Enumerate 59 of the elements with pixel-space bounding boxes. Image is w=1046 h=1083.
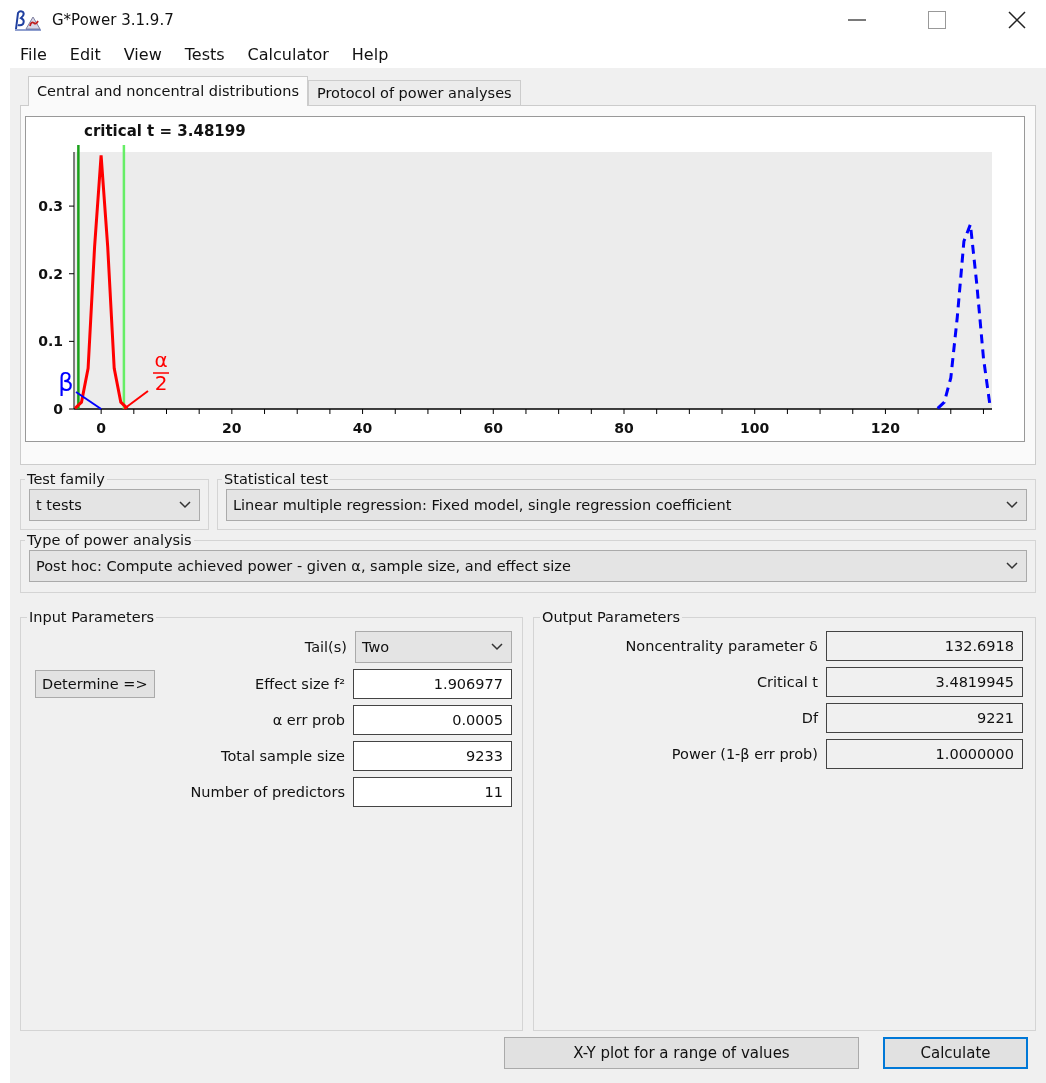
field-label: Critical t <box>757 674 818 690</box>
denominator-annotation: 2 <box>122 371 168 410</box>
output-field: 1.0000000 <box>826 739 1023 769</box>
test-family-dropdown[interactable]: t tests <box>29 489 200 521</box>
output-field: 3.4819945 <box>826 667 1023 697</box>
group-title: Output Parameters <box>541 609 681 625</box>
menu-item[interactable]: Calculator <box>247 44 340 64</box>
menu-item[interactable]: File <box>20 44 58 64</box>
maximize-icon[interactable] <box>928 11 946 29</box>
chevron-down-icon <box>1006 562 1018 570</box>
group-title: Statistical test <box>223 471 330 487</box>
tick-label: 0 <box>96 420 106 436</box>
output-field: 132.6918 <box>826 631 1023 661</box>
window-title: G*Power 3.1.9.7 <box>52 11 174 29</box>
field-label: Tail(s) <box>304 639 347 655</box>
group-title: Type of power analysis <box>26 532 193 548</box>
chevron-down-icon <box>1006 501 1018 509</box>
statistical-test-dropdown[interactable]: Linear multiple regression: Fixed model, single regression coefficient <box>226 489 1027 521</box>
tick-label: 20 <box>222 420 242 436</box>
field-label: Df <box>801 710 818 726</box>
alpha-annotation: α <box>152 348 170 374</box>
output-field: 9221 <box>826 703 1023 733</box>
annotation: 2 <box>154 371 168 395</box>
input-field[interactable]: 1.906977 <box>353 669 512 699</box>
tab[interactable]: Central and noncentral distributions <box>28 76 308 106</box>
tick-label: 80 <box>614 420 634 436</box>
field-label: Noncentrality parameter δ <box>625 638 818 654</box>
group-title: Input Parameters <box>28 609 156 625</box>
chevron-down-icon <box>179 501 191 509</box>
tick-label: 40 <box>352 420 373 436</box>
determine-button[interactable]: Determine => <box>35 670 155 698</box>
tick-label: 0.2 <box>38 265 63 282</box>
menu-item[interactable]: Help <box>351 44 400 64</box>
action-button[interactable]: X-Y plot for a range of values <box>504 1037 859 1069</box>
menu-item[interactable]: Edit <box>69 44 112 64</box>
tab[interactable]: Protocol of power analyses <box>308 80 521 105</box>
critical-value-label: critical t = 3.48199 <box>84 122 246 140</box>
field-label: Total sample size <box>221 748 345 764</box>
input-field[interactable]: 9233 <box>353 741 512 771</box>
tick-label: 0.1 <box>38 333 63 350</box>
tick-label: 120 <box>870 420 901 436</box>
close-icon[interactable] <box>1008 11 1026 29</box>
tick-label: 100 <box>740 420 770 436</box>
group-title: Test family <box>26 471 106 487</box>
action-button[interactable]: Calculate <box>883 1037 1028 1069</box>
menu-item[interactable]: View <box>123 44 173 64</box>
power-analysis-dropdown[interactable]: Post hoc: Compute achieved power - given α, sample size, and effect size <box>29 550 1027 582</box>
menu-item[interactable]: Tests <box>184 44 236 64</box>
input-field[interactable]: 0.0005 <box>353 705 512 735</box>
field-label: α err prob <box>272 712 345 728</box>
field-label: Effect size f² <box>255 676 345 692</box>
app-logo-icon <box>14 9 42 31</box>
tails-dropdown[interactable]: Two <box>355 631 512 663</box>
tick-label: 60 <box>483 420 504 436</box>
field-label: Number of predictors <box>190 784 345 800</box>
chevron-down-icon <box>491 643 503 651</box>
field-label: Power (1-β err prob) <box>671 746 818 762</box>
tick-label: 0.3 <box>38 198 63 215</box>
input-field[interactable]: 11 <box>353 777 512 807</box>
